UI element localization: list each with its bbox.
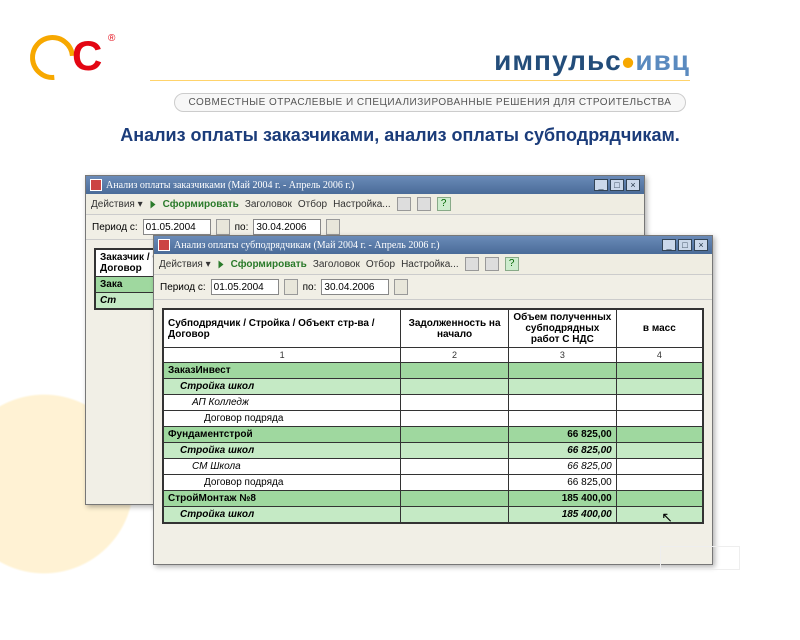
form-button[interactable]: Сформировать <box>231 259 307 270</box>
table-row[interactable]: Фундаментстрой66 825,00 <box>164 427 703 443</box>
actions-menu[interactable]: Действия ▾ <box>91 199 143 210</box>
col-header: Субподрядчик / Стройка / Объект стр-ва /… <box>164 310 401 348</box>
report-grid: Субподрядчик / Стройка / Объект стр-ва /… <box>162 308 704 524</box>
col-num: 4 <box>616 348 702 363</box>
close-button[interactable]: × <box>694 239 708 251</box>
col-header: в масс <box>616 310 702 348</box>
play-icon <box>218 260 223 268</box>
date-from-input[interactable] <box>143 219 211 235</box>
table-row[interactable]: АП Колледж <box>164 395 703 411</box>
minimize-button[interactable]: _ <box>594 179 608 191</box>
tagline: СОВМЕСТНЫЕ ОТРАСЛЕВЫЕ И СПЕЦИАЛИЗИРОВАНН… <box>170 92 690 112</box>
date-picker-icon[interactable] <box>284 279 298 295</box>
maximize-button[interactable]: □ <box>610 179 624 191</box>
actions-menu[interactable]: Действия ▾ <box>159 259 211 270</box>
page-title: Анализ оплаты заказчиками, анализ оплаты… <box>100 125 700 146</box>
date-to-input[interactable] <box>321 279 389 295</box>
tool-icon[interactable] <box>397 197 411 211</box>
titlebar[interactable]: Анализ оплаты заказчиками (Май 2004 г. -… <box>86 176 644 194</box>
close-button[interactable]: × <box>626 179 640 191</box>
period-to-label: по: <box>235 222 249 233</box>
tool-icon[interactable] <box>485 257 499 271</box>
window-subcontractors: Анализ оплаты субподрядчикам (Май 2004 г… <box>153 235 713 565</box>
filter-link[interactable]: Отбор <box>366 259 395 270</box>
header-link[interactable]: Заголовок <box>245 199 292 210</box>
period-from-label: Период с: <box>160 282 206 293</box>
cursor-icon: ↖ <box>661 509 673 524</box>
table-row[interactable]: Стройка школ185 400,00 <box>164 507 703 523</box>
date-to-input[interactable] <box>253 219 321 235</box>
play-icon <box>150 200 155 208</box>
table-row[interactable]: ЗаказИнвест <box>164 363 703 379</box>
date-picker-icon[interactable] <box>394 279 408 295</box>
minimize-button[interactable]: _ <box>662 239 676 251</box>
date-picker-icon[interactable] <box>216 219 230 235</box>
setup-link[interactable]: Настройка... <box>333 199 391 210</box>
maximize-button[interactable]: □ <box>678 239 692 251</box>
footer-slot <box>660 546 740 570</box>
table-row[interactable]: Договор подряда66 825,00 <box>164 475 703 491</box>
table-row[interactable]: Договор подряда <box>164 411 703 427</box>
filter-link[interactable]: Отбор <box>298 199 327 210</box>
col-header: Задолженность на начало <box>401 310 509 348</box>
divider <box>150 80 690 81</box>
toolbar: Действия ▾ Сформировать Заголовок Отбор … <box>154 254 712 275</box>
titlebar[interactable]: Анализ оплаты субподрядчикам (Май 2004 г… <box>154 236 712 254</box>
tool-icon[interactable] <box>465 257 479 271</box>
help-icon[interactable]: ? <box>437 197 451 211</box>
col-header: Объем полученных субподрядных работ С НД… <box>508 310 616 348</box>
date-from-input[interactable] <box>211 279 279 295</box>
setup-link[interactable]: Настройка... <box>401 259 459 270</box>
app-icon <box>90 179 102 191</box>
table-row[interactable]: Стройка школ <box>164 379 703 395</box>
table-row[interactable]: СМ Школа66 825,00 <box>164 459 703 475</box>
col-num: 1 <box>164 348 401 363</box>
toolbar: Действия ▾ Сформировать Заголовок Отбор … <box>86 194 644 215</box>
col-num: 3 <box>508 348 616 363</box>
header-link[interactable]: Заголовок <box>313 259 360 270</box>
form-button[interactable]: Сформировать <box>163 199 239 210</box>
window-title: Анализ оплаты заказчиками (Май 2004 г. -… <box>106 180 594 191</box>
brand-text: импульс•ивц <box>494 45 690 77</box>
period-to-label: по: <box>303 282 317 293</box>
tool-icon[interactable] <box>417 197 431 211</box>
help-icon[interactable]: ? <box>505 257 519 271</box>
period-from-label: Период с: <box>92 222 138 233</box>
period-bar: Период с: по: <box>154 275 712 300</box>
window-title: Анализ оплаты субподрядчикам (Май 2004 г… <box>174 240 662 251</box>
col-num: 2 <box>401 348 509 363</box>
date-picker-icon[interactable] <box>326 219 340 235</box>
table-row[interactable]: СтройМонтаж №8185 400,00 <box>164 491 703 507</box>
table-row[interactable]: Стройка школ66 825,00 <box>164 443 703 459</box>
logo-1c: С ® <box>30 30 120 90</box>
app-icon <box>158 239 170 251</box>
